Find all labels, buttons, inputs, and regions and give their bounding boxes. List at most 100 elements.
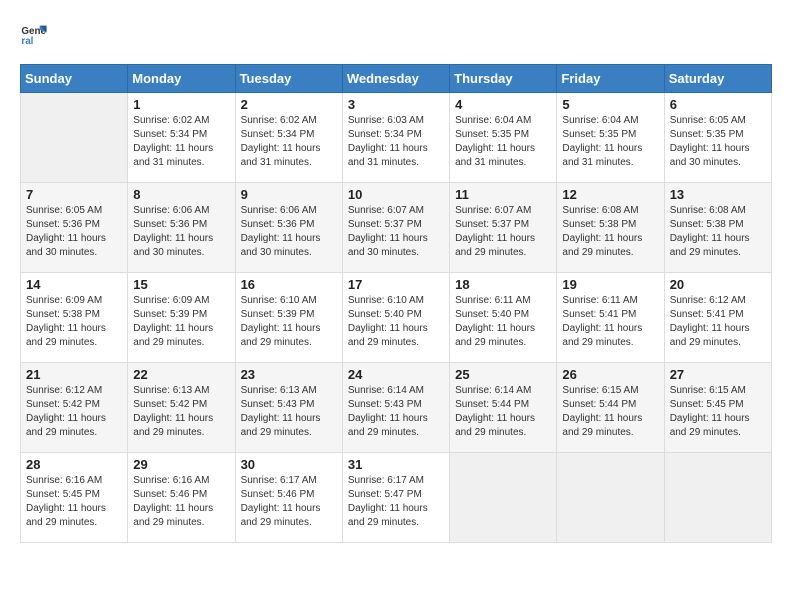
day-number: 14 (26, 277, 122, 292)
day-info: Sunrise: 6:14 AMSunset: 5:43 PMDaylight:… (348, 384, 444, 440)
calendar-day-cell: 4Sunrise: 6:04 AMSunset: 5:35 PMDaylight… (450, 93, 557, 183)
day-number: 25 (455, 367, 551, 382)
day-info: Sunrise: 6:04 AMSunset: 5:35 PMDaylight:… (455, 114, 551, 170)
day-of-week-header: Friday (557, 65, 664, 93)
day-number: 15 (133, 277, 229, 292)
day-number: 18 (455, 277, 551, 292)
day-info: Sunrise: 6:17 AMSunset: 5:47 PMDaylight:… (348, 474, 444, 530)
logo-icon: Gene ral (20, 20, 48, 48)
calendar-day-cell: 13 Sunrise: 6:08 AMSunset: 5:38 PMDayligh… (664, 183, 771, 273)
day-info: Sunrise: 6:16 AMSunset: 5:46 PMDaylight:… (133, 474, 229, 530)
day-number: 9 (241, 187, 337, 202)
calendar-day-cell: 19 Sunrise: 6:11 AMSunset: 5:41 PMDayligh… (557, 273, 664, 363)
day-info: Sunrise: 6:12 AMSunset: 5:41 PMDaylight:… (670, 294, 766, 350)
day-number: 22 (133, 367, 229, 382)
day-number: 20 (670, 277, 766, 292)
day-number: 28 (26, 457, 122, 472)
day-number: 23 (241, 367, 337, 382)
day-number: 19 (562, 277, 658, 292)
calendar-week-row: 14 Sunrise: 6:09 AMSunset: 5:38 PMDayligh… (21, 273, 772, 363)
calendar-week-row: 28 Sunrise: 6:16 AMSunset: 5:45 PMDayligh… (21, 453, 772, 543)
day-info: Sunrise: 6:07 AMSunset: 5:37 PMDaylight:… (455, 204, 551, 260)
day-number: 3 (348, 97, 444, 112)
day-number: 5 (562, 97, 658, 112)
calendar-week-row: 7 Sunrise: 6:05 AMSunset: 5:36 PMDaylight… (21, 183, 772, 273)
day-info: Sunrise: 6:11 AMSunset: 5:40 PMDaylight:… (455, 294, 551, 350)
day-info: Sunrise: 6:12 AMSunset: 5:42 PMDaylight:… (26, 384, 122, 440)
calendar-day-cell: 2 Sunrise: 6:02 AMSunset: 5:34 PMDaylight… (235, 93, 342, 183)
day-info: Sunrise: 6:16 AMSunset: 5:45 PMDaylight:… (26, 474, 122, 530)
day-of-week-header: Sunday (21, 65, 128, 93)
day-info: Sunrise: 6:15 AMSunset: 5:44 PMDaylight:… (562, 384, 658, 440)
calendar-day-cell: 29 Sunrise: 6:16 AMSunset: 5:46 PMDayligh… (128, 453, 235, 543)
calendar-day-cell (21, 93, 128, 183)
calendar-day-cell: 16 Sunrise: 6:10 AMSunset: 5:39 PMDayligh… (235, 273, 342, 363)
calendar-day-cell: 7 Sunrise: 6:05 AMSunset: 5:36 PMDaylight… (21, 183, 128, 273)
calendar-day-cell: 12Sunrise: 6:08 AMSunset: 5:38 PMDayligh… (557, 183, 664, 273)
day-of-week-header: Tuesday (235, 65, 342, 93)
calendar-day-cell: 6Sunrise: 6:05 AMSunset: 5:35 PMDaylight… (664, 93, 771, 183)
calendar-day-cell: 9 Sunrise: 6:06 AMSunset: 5:36 PMDaylight… (235, 183, 342, 273)
day-info: Sunrise: 6:05 AMSunset: 5:36 PMDaylight:… (26, 204, 122, 260)
day-number: 1 (133, 97, 229, 112)
day-number: 13 (670, 187, 766, 202)
day-number: 31 (348, 457, 444, 472)
day-info: Sunrise: 6:02 AMSunset: 5:34 PMDaylight:… (241, 114, 337, 170)
calendar-day-cell: 8Sunrise: 6:06 AMSunset: 5:36 PMDaylight… (128, 183, 235, 273)
day-number: 10 (348, 187, 444, 202)
day-number: 7 (26, 187, 122, 202)
svg-text:ral: ral (21, 36, 33, 47)
calendar-day-cell: 5 Sunrise: 6:04 AMSunset: 5:35 PMDaylight… (557, 93, 664, 183)
calendar-day-cell: 10 Sunrise: 6:07 AMSunset: 5:37 PMDayligh… (342, 183, 449, 273)
day-of-week-header: Wednesday (342, 65, 449, 93)
day-info: Sunrise: 6:09 AMSunset: 5:38 PMDaylight:… (26, 294, 122, 350)
day-number: 12 (562, 187, 658, 202)
day-info: Sunrise: 6:10 AMSunset: 5:40 PMDaylight:… (348, 294, 444, 350)
calendar-day-cell: 25 Sunrise: 6:14 AMSunset: 5:44 PMDayligh… (450, 363, 557, 453)
calendar-day-cell: 30Sunrise: 6:17 AMSunset: 5:46 PMDayligh… (235, 453, 342, 543)
day-number: 24 (348, 367, 444, 382)
calendar-day-cell: 24 Sunrise: 6:14 AMSunset: 5:43 PMDayligh… (342, 363, 449, 453)
calendar-day-cell: 28 Sunrise: 6:16 AMSunset: 5:45 PMDayligh… (21, 453, 128, 543)
day-info: Sunrise: 6:11 AMSunset: 5:41 PMDaylight:… (562, 294, 658, 350)
calendar-day-cell: 22Sunrise: 6:13 AMSunset: 5:42 PMDayligh… (128, 363, 235, 453)
day-number: 30 (241, 457, 337, 472)
calendar-day-cell: 17 Sunrise: 6:10 AMSunset: 5:40 PMDayligh… (342, 273, 449, 363)
calendar-day-cell: 1 Sunrise: 6:02 AMSunset: 5:34 PMDaylight… (128, 93, 235, 183)
calendar-day-cell: 31 Sunrise: 6:17 AMSunset: 5:47 PMDayligh… (342, 453, 449, 543)
day-number: 11 (455, 187, 551, 202)
day-of-week-header: Monday (128, 65, 235, 93)
day-of-week-header: Thursday (450, 65, 557, 93)
day-info: Sunrise: 6:14 AMSunset: 5:44 PMDaylight:… (455, 384, 551, 440)
day-info: Sunrise: 6:13 AMSunset: 5:43 PMDaylight:… (241, 384, 337, 440)
day-info: Sunrise: 6:09 AMSunset: 5:39 PMDaylight:… (133, 294, 229, 350)
day-info: Sunrise: 6:02 AMSunset: 5:34 PMDaylight:… (133, 114, 229, 170)
day-info: Sunrise: 6:06 AMSunset: 5:36 PMDaylight:… (241, 204, 337, 260)
calendar-day-cell: 21 Sunrise: 6:12 AMSunset: 5:42 PMDayligh… (21, 363, 128, 453)
calendar-table: SundayMondayTuesdayWednesdayThursdayFrid… (20, 64, 772, 543)
day-info: Sunrise: 6:10 AMSunset: 5:39 PMDaylight:… (241, 294, 337, 350)
logo: Gene ral (20, 20, 52, 48)
day-info: Sunrise: 6:03 AMSunset: 5:34 PMDaylight:… (348, 114, 444, 170)
calendar-day-cell (557, 453, 664, 543)
day-info: Sunrise: 6:04 AMSunset: 5:35 PMDaylight:… (562, 114, 658, 170)
day-number: 2 (241, 97, 337, 112)
calendar-day-cell (450, 453, 557, 543)
day-number: 17 (348, 277, 444, 292)
day-info: Sunrise: 6:08 AMSunset: 5:38 PMDaylight:… (670, 204, 766, 260)
day-number: 27 (670, 367, 766, 382)
day-number: 6 (670, 97, 766, 112)
calendar-day-cell: 11 Sunrise: 6:07 AMSunset: 5:37 PMDayligh… (450, 183, 557, 273)
day-number: 21 (26, 367, 122, 382)
calendar-header-row: SundayMondayTuesdayWednesdayThursdayFrid… (21, 65, 772, 93)
calendar-day-cell: 18 Sunrise: 6:11 AMSunset: 5:40 PMDayligh… (450, 273, 557, 363)
calendar-day-cell: 14 Sunrise: 6:09 AMSunset: 5:38 PMDayligh… (21, 273, 128, 363)
day-number: 29 (133, 457, 229, 472)
calendar-day-cell: 15 Sunrise: 6:09 AMSunset: 5:39 PMDayligh… (128, 273, 235, 363)
day-number: 8 (133, 187, 229, 202)
day-info: Sunrise: 6:15 AMSunset: 5:45 PMDaylight:… (670, 384, 766, 440)
day-info: Sunrise: 6:07 AMSunset: 5:37 PMDaylight:… (348, 204, 444, 260)
calendar-day-cell: 26Sunrise: 6:15 AMSunset: 5:44 PMDayligh… (557, 363, 664, 453)
calendar-day-cell: 23 Sunrise: 6:13 AMSunset: 5:43 PMDayligh… (235, 363, 342, 453)
day-number: 16 (241, 277, 337, 292)
